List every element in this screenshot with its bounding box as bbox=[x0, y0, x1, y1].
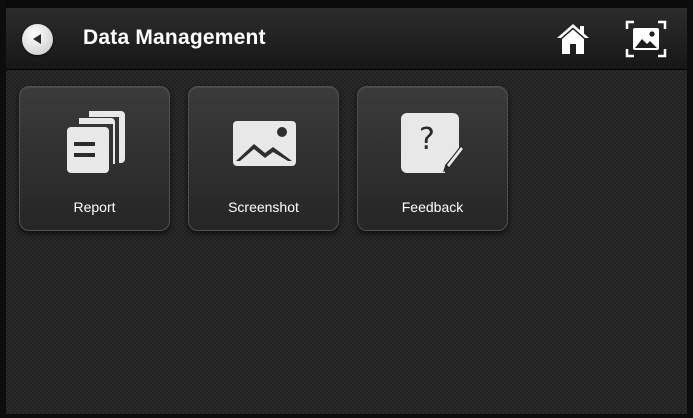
screenshot-button[interactable] bbox=[625, 19, 667, 59]
tile-screenshot[interactable]: Screenshot bbox=[188, 86, 339, 231]
app-screen: Data Management Report Screenshot ? Feed… bbox=[0, 0, 693, 418]
tile-screenshot-label: Screenshot bbox=[228, 199, 299, 215]
tile-report-label: Report bbox=[73, 199, 116, 215]
back-button[interactable] bbox=[22, 24, 53, 55]
image-gallery-icon bbox=[233, 121, 296, 166]
feedback-question-icon: ? bbox=[401, 113, 465, 173]
report-document-icon bbox=[67, 111, 125, 173]
back-arrow-icon bbox=[33, 34, 41, 44]
tile-feedback[interactable]: ? Feedback bbox=[357, 86, 508, 231]
home-icon bbox=[557, 24, 589, 54]
screenshot-icon bbox=[625, 20, 667, 58]
header-bar: Data Management bbox=[6, 0, 687, 70]
tile-report[interactable]: Report bbox=[19, 86, 170, 231]
page-title: Data Management bbox=[83, 26, 266, 49]
home-button[interactable] bbox=[555, 21, 591, 57]
svg-text:?: ? bbox=[419, 122, 435, 157]
tile-feedback-label: Feedback bbox=[401, 199, 464, 215]
